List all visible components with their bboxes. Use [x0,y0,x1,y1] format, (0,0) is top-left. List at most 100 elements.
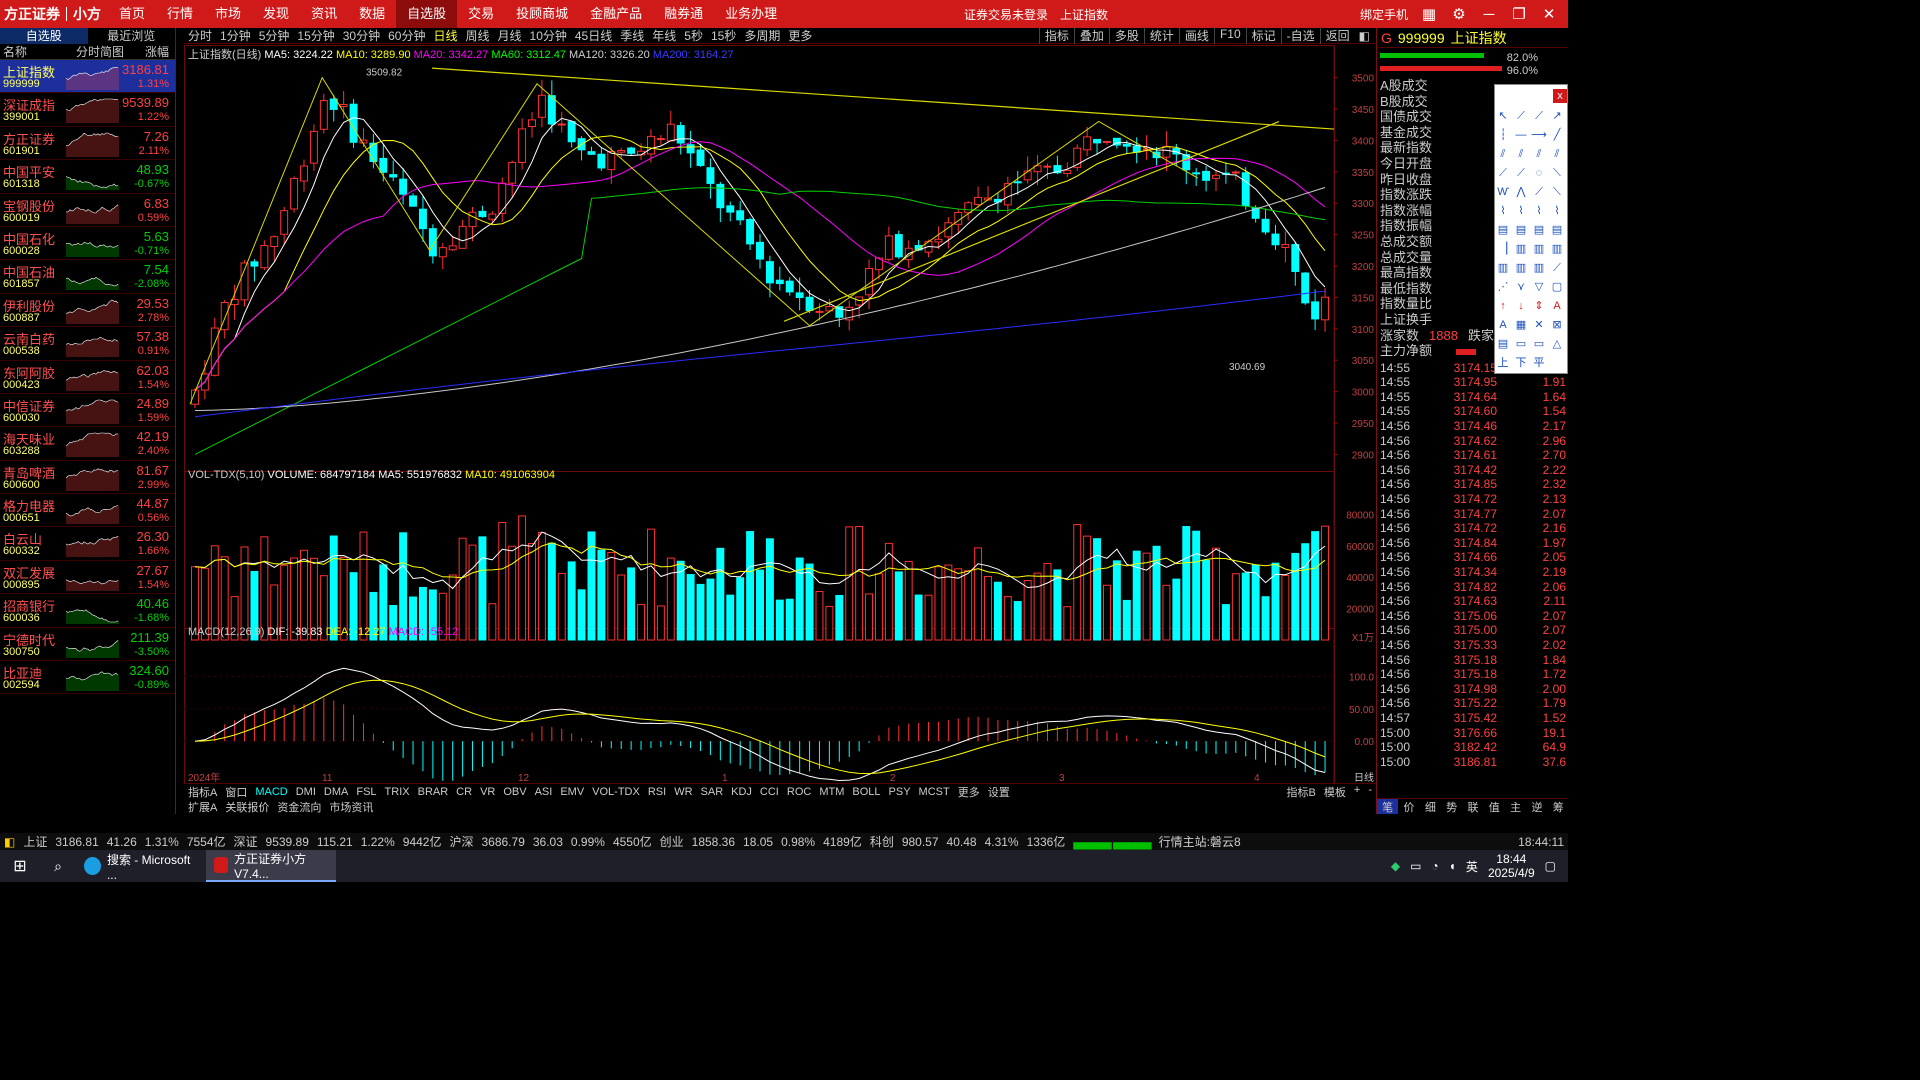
nav-item[interactable]: 资讯 [300,0,348,28]
indicator-tab[interactable]: DMA [320,786,352,798]
draw-tool-icon[interactable]: ⋀ [1515,186,1526,198]
draw-tool-icon[interactable]: ▤ [1516,224,1526,236]
draw-tool-icon[interactable]: ◌ [1536,167,1543,179]
indicator-tab[interactable]: ASI [531,786,557,798]
stock-row[interactable]: 格力电器 000651 44.87 0.56% [0,494,175,528]
nav-item[interactable]: 数据 [348,0,396,28]
draw-tool-icon[interactable]: A [1499,319,1507,331]
indicator-tab[interactable]: WR [670,786,696,798]
search-icon[interactable]: ⌕ [40,850,76,882]
col-pct-header[interactable]: 涨幅 [138,44,175,59]
minimize-icon[interactable]: ─ [1480,6,1498,23]
nav-item[interactable]: 业务办理 [714,0,788,28]
indicator-tab[interactable]: OBV [499,786,530,798]
draw-tool-icon[interactable]: ⫽ [1536,148,1542,160]
network-icon[interactable]: ◔ [1431,859,1438,873]
grid-icon[interactable]: ▦ [1420,5,1438,23]
stock-row[interactable]: 比亚迪 002594 324.60 -0.89% [0,661,175,695]
stock-row[interactable]: 中信证券 600030 24.89 1.59% [0,394,175,428]
draw-tool-icon[interactable]: ┆ [1500,128,1507,141]
close-icon[interactable]: x [1553,89,1567,103]
indicator-tab[interactable]: BRAR [414,786,453,798]
draw-tool-icon[interactable]: ▭ [1534,338,1544,350]
period-option[interactable]: 月线 [494,27,526,44]
period-option[interactable]: 5分钟 [255,27,294,44]
chart-tool[interactable]: 标记 [1245,27,1281,44]
draw-tool-icon[interactable]: A [1553,300,1561,312]
draw-tool-icon[interactable]: ⟍ [1553,186,1561,198]
nav-item[interactable]: 金融产品 [579,0,653,28]
indicator-right-tab[interactable]: - [1364,784,1376,800]
period-option[interactable]: 15分钟 [293,27,338,44]
extension-tab[interactable]: 市场资讯 [325,799,377,815]
stock-row[interactable]: 招商银行 600036 40.46 -1.68% [0,594,175,628]
draw-tool-icon[interactable]: ⫽ [1500,148,1506,160]
stock-row[interactable]: 宁德时代 300750 211.39 -3.50% [0,628,175,662]
draw-tool-icon[interactable]: 上 [1498,356,1509,369]
stock-row[interactable]: 中国平安 601318 48.93 -0.67% [0,160,175,194]
chart-tool[interactable]: 返回 [1319,27,1355,44]
draw-tool-icon[interactable]: ⟋ [1499,167,1507,179]
draw-tool-icon[interactable]: ⌇ [1500,205,1505,217]
indicator-tab[interactable]: VOL-TDX [588,786,644,798]
indicator-tab[interactable]: MTM [815,786,848,798]
taskbar-clock[interactable]: 18:44 2025/4/9 [1488,852,1535,880]
indicator-right-tab[interactable]: 指标B [1283,784,1320,800]
extension-tab[interactable]: 扩展A [184,799,221,815]
period-option[interactable]: 10分钟 [526,27,571,44]
draw-tool-icon[interactable]: ⋎ [1517,281,1525,293]
draw-tool-icon[interactable]: ⟋ [1535,110,1543,122]
draw-tool-icon[interactable]: ⌇ [1554,205,1559,217]
quote-tab[interactable]: 笔 [1377,799,1399,814]
period-option[interactable]: 多周期 [740,27,784,44]
period-menu-icon[interactable]: ◧ [1355,29,1374,43]
stock-row[interactable]: 双汇发展 000895 27.67 1.54% [0,561,175,595]
draw-tool-icon[interactable]: ▤ [1498,338,1508,350]
draw-tool-icon[interactable]: ▥ [1534,243,1544,255]
period-option[interactable]: 45日线 [571,27,616,44]
notification-icon[interactable]: ▢ [1545,859,1556,873]
draw-tool-icon[interactable]: 下 [1516,357,1527,369]
period-option[interactable]: 分时 [184,27,216,44]
draw-tool-icon[interactable]: ▢ [1552,281,1562,293]
stock-row[interactable]: 宝钢股份 600019 6.83 0.59% [0,194,175,227]
draw-tool-icon[interactable]: ▤ [1552,224,1562,236]
server-label[interactable]: 行情主站:磐云8 [1155,833,1245,850]
draw-tool-icon[interactable]: ⇕ [1534,300,1543,312]
quote-tab[interactable]: 细 [1420,799,1441,814]
draw-tool-icon[interactable]: ▭ [1516,338,1526,350]
indicator-tab[interactable]: BOLL [848,786,884,798]
extension-tab[interactable]: 关联报价 [221,799,273,815]
tab-recent[interactable]: 最近浏览 [88,28,176,44]
period-option[interactable]: 周线 [461,27,493,44]
draw-tool-icon[interactable]: ╱ [1553,127,1562,141]
draw-tool-icon[interactable]: Ⱳ [1497,186,1509,198]
draw-tool-icon[interactable]: ⊠ [1552,319,1561,331]
chart-tool[interactable]: 统计 [1143,27,1179,44]
indicator-tab[interactable]: PSY [885,786,915,798]
draw-tool-icon[interactable]: ⟋ [1517,110,1525,122]
stock-row[interactable]: 上证指数 999999 3186.81 1.31% [0,60,175,94]
stock-row[interactable]: 深证成指 399001 9539.89 1.22% [0,93,175,127]
draw-tool-icon[interactable]: ▕ [1499,241,1508,255]
chart-tool[interactable]: -自选 [1280,27,1320,44]
draw-tool-icon[interactable]: ⫽ [1554,148,1560,160]
period-option[interactable]: 季线 [616,27,648,44]
extension-tab[interactable]: 资金流向 [273,799,325,815]
indicator-tab[interactable]: DMI [292,786,320,798]
indicator-tab[interactable]: FSL [352,786,380,798]
login-status[interactable]: 证券交易未登录 [964,6,1048,23]
kline-chart[interactable]: 3500 3450 3400 3350 3300 3250 3200 3150 3100 3050… [184,45,1376,783]
indicator-tab[interactable]: MACD [251,786,291,798]
indicator-tab[interactable]: 更多 [954,784,984,800]
draw-tool-icon[interactable]: ⟋ [1535,186,1543,198]
gear-icon[interactable]: ⚙ [1450,5,1468,23]
draw-tool-icon[interactable]: ▥ [1552,243,1562,255]
chart-tool[interactable]: 叠加 [1073,27,1109,44]
volume-icon[interactable]: ◖ [1449,859,1456,873]
nav-item[interactable]: 交易 [457,0,505,28]
nav-item[interactable]: 融券通 [653,0,714,28]
stock-row[interactable]: 青岛啤酒 600600 81.67 2.99% [0,461,175,495]
period-option[interactable]: 日线 [429,27,461,44]
indicator-tab[interactable]: CCI [756,786,783,798]
